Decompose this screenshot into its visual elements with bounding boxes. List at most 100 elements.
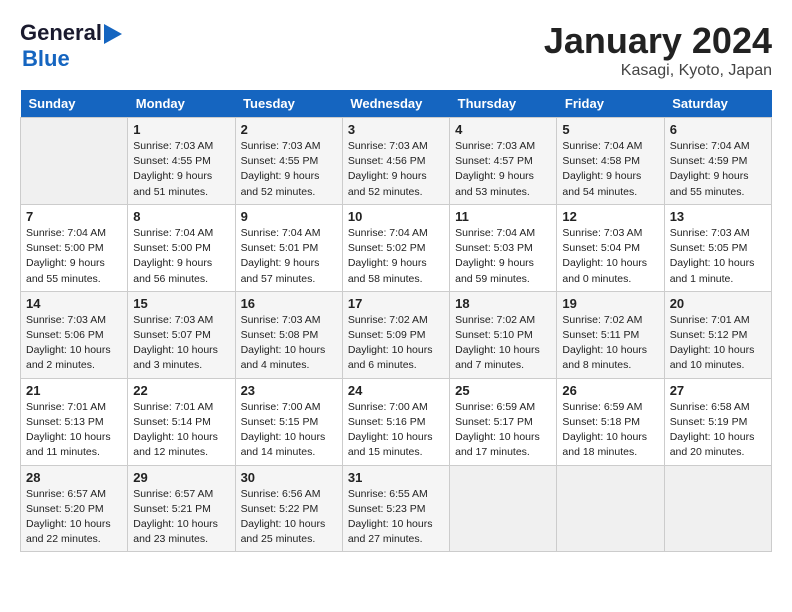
calendar-cell: 13 Sunrise: 7:03 AMSunset: 5:05 PMDayligh… — [664, 204, 771, 291]
calendar-cell: 20Sunrise: 7:01 AMSunset: 5:12 PMDayligh… — [664, 291, 771, 378]
column-header-monday: Monday — [128, 90, 235, 118]
day-number: 17 — [348, 296, 444, 311]
day-info: Sunrise: 7:03 AMSunset: 4:55 PMDaylight:… — [241, 139, 337, 200]
day-number: 24 — [348, 383, 444, 398]
day-info: Sunrise: 7:02 AMSunset: 5:11 PMDaylight:… — [562, 313, 658, 374]
calendar-cell: 12 Sunrise: 7:03 AMSunset: 5:04 PMDayligh… — [557, 204, 664, 291]
day-info: Sunrise: 7:03 AMSunset: 5:06 PMDaylight:… — [26, 313, 122, 374]
calendar-cell: 9Sunrise: 7:04 AMSunset: 5:01 PMDaylight… — [235, 204, 342, 291]
day-number: 16 — [241, 296, 337, 311]
calendar-cell: 19 Sunrise: 7:02 AMSunset: 5:11 PMDayligh… — [557, 291, 664, 378]
day-number: 6 — [670, 122, 766, 137]
calendar-week-5: 28Sunrise: 6:57 AMSunset: 5:20 PMDayligh… — [21, 465, 772, 552]
day-info: Sunrise: 7:00 AMSunset: 5:15 PMDaylight:… — [241, 400, 337, 461]
day-number: 27 — [670, 383, 766, 398]
calendar-cell: 29Sunrise: 6:57 AMSunset: 5:21 PMDayligh… — [128, 465, 235, 552]
day-info: Sunrise: 7:03 AMSunset: 4:55 PMDaylight:… — [133, 139, 229, 200]
day-info: Sunrise: 7:04 AMSunset: 5:00 PMDaylight:… — [133, 226, 229, 287]
column-header-tuesday: Tuesday — [235, 90, 342, 118]
day-number: 1 — [133, 122, 229, 137]
calendar-cell: 28Sunrise: 6:57 AMSunset: 5:20 PMDayligh… — [21, 465, 128, 552]
calendar-cell — [21, 118, 128, 205]
day-info: Sunrise: 7:01 AMSunset: 5:14 PMDaylight:… — [133, 400, 229, 461]
calendar-cell: 24Sunrise: 7:00 AMSunset: 5:16 PMDayligh… — [342, 378, 449, 465]
calendar-cell: 21 Sunrise: 7:01 AMSunset: 5:13 PMDayligh… — [21, 378, 128, 465]
calendar-header-row: SundayMondayTuesdayWednesdayThursdayFrid… — [21, 90, 772, 118]
day-info: Sunrise: 6:57 AMSunset: 5:21 PMDaylight:… — [133, 487, 229, 548]
calendar-cell: 27 Sunrise: 6:58 AMSunset: 5:19 PMDayligh… — [664, 378, 771, 465]
day-info: Sunrise: 6:59 AMSunset: 5:18 PMDaylight:… — [562, 400, 658, 461]
calendar-table: SundayMondayTuesdayWednesdayThursdayFrid… — [20, 90, 772, 552]
day-info: Sunrise: 7:04 AMSunset: 4:59 PMDaylight:… — [670, 139, 766, 200]
page-header: General Blue January 2024 Kasagi, Kyoto,… — [20, 20, 772, 80]
logo-text: General — [20, 20, 122, 46]
day-info: Sunrise: 7:01 AMSunset: 5:12 PMDaylight:… — [670, 313, 766, 374]
calendar-week-1: 1 Sunrise: 7:03 AMSunset: 4:55 PMDaylight… — [21, 118, 772, 205]
calendar-cell: 11 Sunrise: 7:04 AMSunset: 5:03 PMDayligh… — [450, 204, 557, 291]
calendar-cell: 2Sunrise: 7:03 AMSunset: 4:55 PMDaylight… — [235, 118, 342, 205]
day-number: 14 — [26, 296, 122, 311]
day-number: 21 — [26, 383, 122, 398]
day-number: 13 — [670, 209, 766, 224]
calendar-cell: 15Sunrise: 7:03 AMSunset: 5:07 PMDayligh… — [128, 291, 235, 378]
day-info: Sunrise: 7:04 AMSunset: 5:01 PMDaylight:… — [241, 226, 337, 287]
day-info: Sunrise: 7:02 AMSunset: 5:10 PMDaylight:… — [455, 313, 551, 374]
day-number: 12 — [562, 209, 658, 224]
day-number: 19 — [562, 296, 658, 311]
day-info: Sunrise: 6:59 AMSunset: 5:17 PMDaylight:… — [455, 400, 551, 461]
calendar-cell: 14 Sunrise: 7:03 AMSunset: 5:06 PMDayligh… — [21, 291, 128, 378]
day-info: Sunrise: 7:02 AMSunset: 5:09 PMDaylight:… — [348, 313, 444, 374]
day-info: Sunrise: 6:55 AMSunset: 5:23 PMDaylight:… — [348, 487, 444, 548]
day-number: 15 — [133, 296, 229, 311]
column-header-wednesday: Wednesday — [342, 90, 449, 118]
day-info: Sunrise: 7:04 AMSunset: 5:02 PMDaylight:… — [348, 226, 444, 287]
calendar-cell: 26 Sunrise: 6:59 AMSunset: 5:18 PMDayligh… — [557, 378, 664, 465]
column-header-saturday: Saturday — [664, 90, 771, 118]
calendar-cell — [557, 465, 664, 552]
day-number: 23 — [241, 383, 337, 398]
calendar-cell: 16 Sunrise: 7:03 AMSunset: 5:08 PMDayligh… — [235, 291, 342, 378]
day-number: 5 — [562, 122, 658, 137]
day-info: Sunrise: 7:03 AMSunset: 5:04 PMDaylight:… — [562, 226, 658, 287]
calendar-cell: 22Sunrise: 7:01 AMSunset: 5:14 PMDayligh… — [128, 378, 235, 465]
column-header-sunday: Sunday — [21, 90, 128, 118]
calendar-cell — [664, 465, 771, 552]
calendar-cell: 4Sunrise: 7:03 AMSunset: 4:57 PMDaylight… — [450, 118, 557, 205]
day-number: 10 — [348, 209, 444, 224]
calendar-cell: 17 Sunrise: 7:02 AMSunset: 5:09 PMDayligh… — [342, 291, 449, 378]
page-title: January 2024 — [544, 20, 772, 62]
calendar-cell: 10 Sunrise: 7:04 AMSunset: 5:02 PMDayligh… — [342, 204, 449, 291]
day-info: Sunrise: 7:03 AMSunset: 5:05 PMDaylight:… — [670, 226, 766, 287]
logo-blue-text: Blue — [22, 46, 70, 71]
calendar-cell: 1 Sunrise: 7:03 AMSunset: 4:55 PMDaylight… — [128, 118, 235, 205]
day-number: 26 — [562, 383, 658, 398]
calendar-cell: 25 Sunrise: 6:59 AMSunset: 5:17 PMDayligh… — [450, 378, 557, 465]
day-info: Sunrise: 7:04 AMSunset: 5:03 PMDaylight:… — [455, 226, 551, 287]
day-number: 3 — [348, 122, 444, 137]
logo: General Blue — [20, 20, 122, 72]
column-header-thursday: Thursday — [450, 90, 557, 118]
calendar-week-2: 7 Sunrise: 7:04 AMSunset: 5:00 PMDaylight… — [21, 204, 772, 291]
calendar-cell: 31 Sunrise: 6:55 AMSunset: 5:23 PMDayligh… — [342, 465, 449, 552]
day-info: Sunrise: 6:58 AMSunset: 5:19 PMDaylight:… — [670, 400, 766, 461]
calendar-cell: 30Sunrise: 6:56 AMSunset: 5:22 PMDayligh… — [235, 465, 342, 552]
day-number: 25 — [455, 383, 551, 398]
calendar-cell: 23 Sunrise: 7:00 AMSunset: 5:15 PMDayligh… — [235, 378, 342, 465]
day-info: Sunrise: 7:03 AMSunset: 5:08 PMDaylight:… — [241, 313, 337, 374]
day-number: 11 — [455, 209, 551, 224]
day-info: Sunrise: 7:01 AMSunset: 5:13 PMDaylight:… — [26, 400, 122, 461]
title-block: January 2024 Kasagi, Kyoto, Japan — [544, 20, 772, 80]
column-header-friday: Friday — [557, 90, 664, 118]
calendar-cell: 7Sunrise: 7:04 AMSunset: 5:00 PMDaylight… — [21, 204, 128, 291]
day-number: 31 — [348, 470, 444, 485]
day-info: Sunrise: 7:04 AMSunset: 4:58 PMDaylight:… — [562, 139, 658, 200]
calendar-cell: 5 Sunrise: 7:04 AMSunset: 4:58 PMDaylight… — [557, 118, 664, 205]
calendar-cell: 8 Sunrise: 7:04 AMSunset: 5:00 PMDaylight… — [128, 204, 235, 291]
day-number: 18 — [455, 296, 551, 311]
calendar-week-4: 21 Sunrise: 7:01 AMSunset: 5:13 PMDayligh… — [21, 378, 772, 465]
day-number: 8 — [133, 209, 229, 224]
day-number: 7 — [26, 209, 122, 224]
calendar-cell: 6 Sunrise: 7:04 AMSunset: 4:59 PMDaylight… — [664, 118, 771, 205]
calendar-cell — [450, 465, 557, 552]
page-subtitle: Kasagi, Kyoto, Japan — [544, 62, 772, 80]
